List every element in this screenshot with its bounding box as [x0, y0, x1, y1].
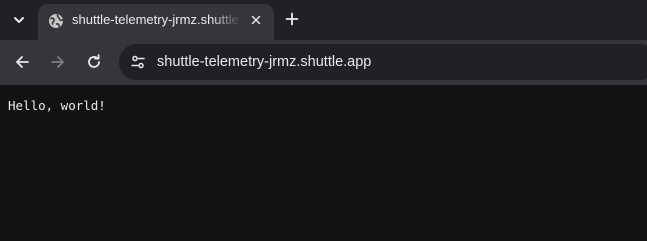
globe-icon: [48, 13, 64, 29]
arrow-left-icon: [14, 54, 30, 70]
site-info-button[interactable]: [124, 48, 152, 76]
new-tab-button[interactable]: [278, 5, 306, 33]
address-bar[interactable]: shuttle-telemetry-jrmz.shuttle.app: [119, 44, 647, 80]
tune-icon: [130, 54, 146, 70]
tab-active[interactable]: shuttle-telemetry-jrmz.shuttle.app: [38, 4, 274, 40]
forward-button[interactable]: [43, 47, 73, 77]
back-button[interactable]: [7, 47, 37, 77]
plus-icon: [285, 12, 299, 26]
toolbar: shuttle-telemetry-jrmz.shuttle.app: [0, 40, 647, 85]
tab-title: shuttle-telemetry-jrmz.shuttle.app: [72, 12, 242, 27]
tab-search-button[interactable]: [4, 5, 34, 35]
browser-window: shuttle-telemetry-jrmz.shuttle.app: [0, 0, 647, 241]
tab-close-button[interactable]: [246, 10, 266, 30]
tab-strip: shuttle-telemetry-jrmz.shuttle.app: [0, 0, 647, 40]
page-body-text: Hello, world!: [8, 98, 106, 113]
page-content: Hello, world!: [0, 85, 647, 241]
reload-icon: [86, 54, 102, 70]
chevron-down-icon: [12, 13, 26, 27]
reload-button[interactable]: [79, 47, 109, 77]
close-icon: [251, 15, 261, 25]
url-text[interactable]: shuttle-telemetry-jrmz.shuttle.app: [157, 44, 371, 80]
arrow-right-icon: [50, 54, 66, 70]
